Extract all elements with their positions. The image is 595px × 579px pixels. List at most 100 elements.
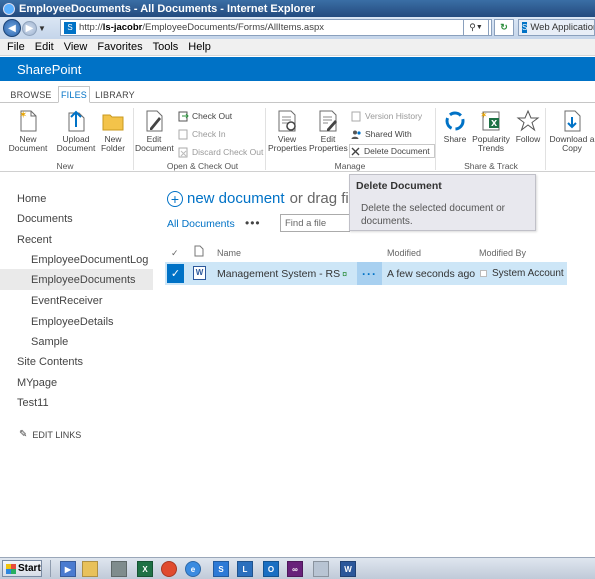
powershell-icon[interactable]: ▶ <box>60 561 76 577</box>
tab-files[interactable]: FILES <box>58 86 90 103</box>
plus-circle-icon: + <box>167 190 183 207</box>
view-options-ellipsis-icon[interactable]: ••• <box>245 216 261 230</box>
word-document-icon: W <box>193 266 206 280</box>
ribbon: ✶ New Document Upload Document New Folde… <box>0 103 595 172</box>
row-ellipsis-menu-icon[interactable]: ··· <box>357 262 382 285</box>
tab-browse[interactable]: BROWSE <box>10 86 52 103</box>
share-button[interactable]: Share <box>438 109 472 144</box>
column-modified-header[interactable]: Modified <box>387 248 421 258</box>
file-explorer-icon[interactable] <box>82 561 98 577</box>
search-dropdown-button[interactable]: ⚲ ▼ <box>463 19 489 36</box>
column-modified-by-header[interactable]: Modified By <box>479 248 526 258</box>
upload-document-button[interactable]: Upload Document <box>54 109 98 153</box>
lync-icon[interactable]: L <box>237 561 253 577</box>
edit-links-button[interactable]: ✎ EDIT LINKS <box>19 429 81 440</box>
internet-explorer-taskbar-icon[interactable]: e <box>185 561 201 577</box>
shared-with-button[interactable]: Shared With <box>351 127 412 141</box>
group-open-check-out-label: Open & Check Out <box>166 161 239 171</box>
nav-site-contents[interactable]: Site Contents <box>17 356 83 368</box>
excel-icon[interactable]: X <box>137 561 153 577</box>
view-properties-button[interactable]: View Properties <box>268 109 307 153</box>
popularity-trends-button[interactable]: X ✶ Popularity Trends <box>472 109 510 153</box>
delete-document-label: Delete Document <box>364 146 430 156</box>
address-input[interactable]: S http://ls-jacobr/EmployeeDocuments/For… <box>60 19 492 36</box>
forward-button[interactable]: ▶ <box>22 20 37 36</box>
check-out-label: Check Out <box>192 111 233 121</box>
select-all-check-icon[interactable]: ✓ <box>171 248 179 259</box>
menu-view[interactable]: View <box>64 41 88 53</box>
nav-employee-document-log[interactable]: EmployeeDocumentLog <box>31 254 148 266</box>
menu-favorites[interactable]: Favorites <box>97 41 142 53</box>
follow-button[interactable]: Follow <box>512 109 544 144</box>
url-prefix: http:// <box>79 22 103 33</box>
menu-help[interactable]: Help <box>188 41 211 53</box>
nav-test11[interactable]: Test11 <box>17 397 49 409</box>
version-history-button[interactable]: Version History <box>351 109 422 123</box>
discard-check-out-label: Discard Check Out <box>192 147 264 157</box>
check-out-button[interactable]: Check Out <box>178 109 232 123</box>
sharepoint-tab-icon: S <box>522 22 528 33</box>
refresh-icon: ↻ <box>500 22 508 32</box>
nav-mypage[interactable]: MYpage <box>17 377 57 389</box>
new-document-link[interactable]: + new document or drag file <box>167 190 360 207</box>
view-all-documents[interactable]: All Documents <box>167 218 235 230</box>
window-icon[interactable] <box>313 561 329 577</box>
nav-event-receiver[interactable]: EventReceiver <box>31 295 103 307</box>
server-manager-icon[interactable] <box>111 561 127 577</box>
nav-recent[interactable]: Recent <box>17 234 52 246</box>
discard-check-out-button[interactable]: Discard Check Out <box>178 145 263 159</box>
chrome-icon[interactable] <box>161 561 177 577</box>
refresh-button[interactable]: ↻ <box>494 19 514 36</box>
menu-edit[interactable]: Edit <box>35 41 54 53</box>
tab-library[interactable]: LIBRARY <box>92 86 138 103</box>
sharepoint-favicon-icon: S <box>64 21 76 34</box>
upload-document-label: Upload Document <box>56 134 96 153</box>
menu-tools[interactable]: Tools <box>153 41 179 53</box>
follow-label: Follow <box>515 134 541 144</box>
svg-text:✶: ✶ <box>480 111 488 121</box>
document-name-link[interactable]: Management System - RS ¤ <box>217 268 347 280</box>
menu-bar: File Edit View Favorites Tools Help <box>0 39 595 56</box>
word-icon[interactable]: W <box>340 561 356 577</box>
download-copy-button[interactable]: Download a Copy <box>549 109 595 153</box>
edit-document-button[interactable]: Edit Document <box>135 109 174 153</box>
menu-file[interactable]: File <box>7 41 25 53</box>
nav-home[interactable]: Home <box>17 193 46 205</box>
nav-documents[interactable]: Documents <box>17 213 73 225</box>
doc-type-header-icon <box>194 245 204 259</box>
row-checkbox[interactable]: ✓ <box>167 264 184 283</box>
delete-document-tooltip: Delete Document Delete the selected docu… <box>349 174 536 231</box>
new-document-button[interactable]: ✶ New Document <box>6 109 50 153</box>
modified-by-cell[interactable]: System Account <box>480 268 564 279</box>
download-icon <box>560 109 584 133</box>
history-dropdown-icon[interactable]: ▼ <box>37 24 47 33</box>
discard-check-out-icon <box>178 147 189 158</box>
check-in-button[interactable]: Check In <box>178 127 226 141</box>
new-document-text: new document <box>187 190 285 207</box>
share-label: Share <box>443 134 467 144</box>
modified-by-value: System Account <box>492 268 564 279</box>
nav-employee-details[interactable]: EmployeeDetails <box>31 316 114 328</box>
visual-studio-icon[interactable]: ∞ <box>287 561 303 577</box>
new-folder-button[interactable]: New Folder <box>98 109 128 153</box>
sharepoint-designer-icon[interactable]: S <box>213 561 229 577</box>
start-button[interactable]: Start <box>2 560 42 577</box>
new-folder-label: New Folder <box>100 134 126 153</box>
back-button[interactable]: ◀ <box>3 19 21 37</box>
suite-brand-link[interactable]: SharePoint <box>17 62 81 77</box>
browser-tab[interactable]: S Web Applications <box>518 19 595 36</box>
column-name-header[interactable]: Name <box>217 248 241 258</box>
start-label: Start <box>18 563 41 574</box>
folder-icon <box>101 109 125 133</box>
find-file-input[interactable]: Find a file <box>280 214 350 232</box>
edit-properties-button[interactable]: Edit Properties <box>309 109 348 153</box>
outlook-icon[interactable]: O <box>263 561 279 577</box>
nav-sample[interactable]: Sample <box>31 336 68 348</box>
tooltip-description: Delete the selected document or document… <box>361 203 505 227</box>
document-name: Management System - RS <box>217 268 341 280</box>
ribbon-divider <box>435 108 436 170</box>
suite-bar: SharePoint <box>0 57 595 81</box>
delete-document-button[interactable]: Delete Document <box>349 144 435 158</box>
nav-employee-documents[interactable]: EmployeeDocuments <box>0 269 153 290</box>
check-icon: ✓ <box>170 268 181 280</box>
